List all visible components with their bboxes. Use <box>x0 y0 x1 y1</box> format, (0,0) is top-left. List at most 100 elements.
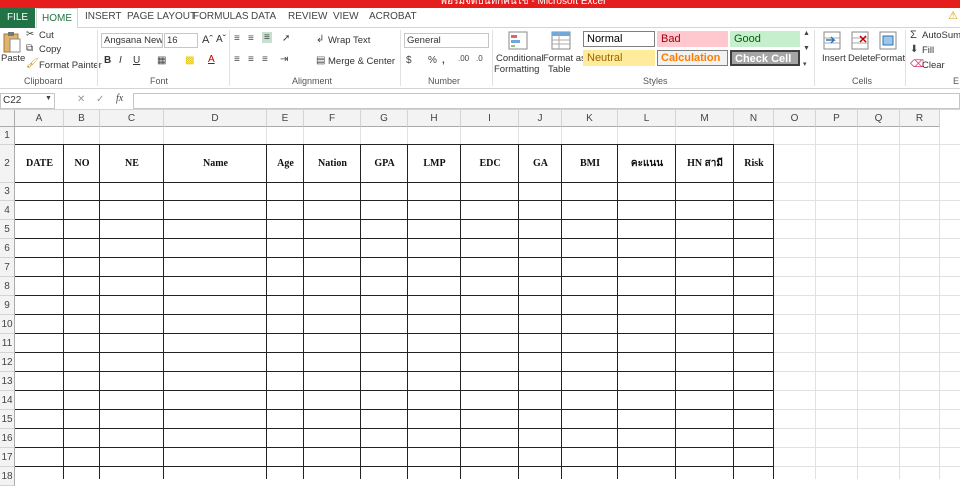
comma-icon[interactable]: , <box>442 55 445 66</box>
select-all-corner[interactable] <box>0 110 15 127</box>
tab-formulas[interactable]: FORMULAS <box>193 11 249 22</box>
row-header-11[interactable]: 11 <box>0 334 15 353</box>
table-header-cell[interactable]: Name <box>164 145 267 183</box>
font-name-select[interactable]: Angsana New <box>101 33 163 48</box>
clear-button[interactable]: Clear <box>922 60 945 71</box>
style-normal[interactable]: Normal <box>583 31 655 47</box>
table-header-cell[interactable]: GPA <box>361 145 408 183</box>
tab-review[interactable]: REVIEW <box>288 11 327 22</box>
align-left-icon[interactable]: ≡ <box>234 54 240 65</box>
row-header-3[interactable]: 3 <box>0 183 15 201</box>
row-header-4[interactable]: 4 <box>0 201 15 220</box>
align-top-icon[interactable]: ≡ <box>234 33 240 44</box>
autosum-button[interactable]: AutoSum <box>922 30 960 41</box>
tab-data[interactable]: DATA <box>251 11 276 22</box>
column-header-H[interactable]: H <box>408 110 461 127</box>
number-format-select[interactable]: General <box>404 33 489 48</box>
styles-scroll-down-icon[interactable]: ▼ <box>803 45 810 52</box>
row-header-15[interactable]: 15 <box>0 410 15 429</box>
row-header-14[interactable]: 14 <box>0 391 15 410</box>
decrease-decimal-icon[interactable]: .0 <box>476 54 483 63</box>
tab-file[interactable]: FILE <box>0 8 35 28</box>
style-bad[interactable]: Bad <box>657 31 728 47</box>
styles-more-icon[interactable]: ▾ <box>803 60 807 68</box>
row-header-6[interactable]: 6 <box>0 239 15 258</box>
column-header-L[interactable]: L <box>618 110 676 127</box>
row-header-9[interactable]: 9 <box>0 296 15 315</box>
column-header-J[interactable]: J <box>519 110 562 127</box>
column-header-N[interactable]: N <box>734 110 774 127</box>
column-header-E[interactable]: E <box>267 110 304 127</box>
column-header-A[interactable]: A <box>15 110 64 127</box>
style-check-cell[interactable]: Check Cell <box>730 50 800 66</box>
row-header-18[interactable]: 18 <box>0 467 15 486</box>
currency-icon[interactable]: $ <box>406 55 412 66</box>
row-header-1[interactable]: 1 <box>0 127 15 145</box>
table-header-cell[interactable]: Nation <box>304 145 361 183</box>
format-as-table-button[interactable]: Format as <box>543 53 586 64</box>
warning-icon[interactable]: ⚠ <box>948 9 958 22</box>
row-header-17[interactable]: 17 <box>0 448 15 467</box>
table-header-cell[interactable]: DATE <box>15 145 64 183</box>
align-center-icon[interactable]: ≡ <box>248 54 254 65</box>
table-header-cell[interactable]: HN สามี <box>676 145 734 183</box>
row-header-13[interactable]: 13 <box>0 372 15 391</box>
table-header-cell[interactable]: LMP <box>408 145 461 183</box>
tab-home[interactable]: HOME <box>36 8 78 29</box>
table-header-cell[interactable]: Risk <box>734 145 774 183</box>
style-neutral[interactable]: Neutral <box>583 50 655 66</box>
cancel-icon[interactable]: ✕ <box>77 94 85 105</box>
row-header-2[interactable]: 2 <box>0 145 15 183</box>
table-header-cell[interactable]: GA <box>519 145 562 183</box>
fill-color-icon[interactable]: ▩ <box>185 55 194 66</box>
column-header-K[interactable]: K <box>562 110 618 127</box>
formula-input[interactable] <box>133 93 960 109</box>
column-header-M[interactable]: M <box>676 110 734 127</box>
column-header-I[interactable]: I <box>461 110 519 127</box>
align-bottom-icon[interactable]: ≡ <box>262 32 272 43</box>
cut-button[interactable]: Cut <box>39 30 54 41</box>
table-header-cell[interactable]: NE <box>100 145 164 183</box>
style-good[interactable]: Good <box>730 31 800 47</box>
column-header-O[interactable]: O <box>774 110 816 127</box>
column-header-B[interactable]: B <box>64 110 100 127</box>
conditional-formatting-button[interactable]: Conditional <box>496 53 544 64</box>
column-header-D[interactable]: D <box>164 110 267 127</box>
delete-cells-button[interactable]: Delete <box>848 53 875 64</box>
shrink-font-button[interactable]: Aˇ <box>216 34 226 45</box>
row-header-10[interactable]: 10 <box>0 315 15 334</box>
table-header-cell[interactable]: EDC <box>461 145 519 183</box>
borders-icon[interactable]: ▦ <box>157 55 166 66</box>
tab-insert[interactable]: INSERT <box>85 11 122 22</box>
row-header-8[interactable]: 8 <box>0 277 15 296</box>
styles-scroll-up-icon[interactable]: ▲ <box>803 30 810 37</box>
format-painter-button[interactable]: Format Painter <box>39 60 102 71</box>
style-calculation[interactable]: Calculation <box>657 50 728 66</box>
font-color-button[interactable]: A <box>208 54 215 65</box>
tab-page-layout[interactable]: PAGE LAYOUT <box>127 11 196 22</box>
format-cells-button[interactable]: Format <box>875 53 905 64</box>
column-header-Q[interactable]: Q <box>858 110 900 127</box>
italic-button[interactable]: I <box>119 55 122 66</box>
row-header-7[interactable]: 7 <box>0 258 15 277</box>
underline-button[interactable]: U <box>133 55 140 66</box>
table-header-cell[interactable]: BMI <box>562 145 618 183</box>
column-header-R[interactable]: R <box>900 110 940 127</box>
merge-center-button[interactable]: Merge & Center <box>328 56 395 67</box>
wrap-text-button[interactable]: Wrap Text <box>328 35 370 46</box>
percent-icon[interactable]: % <box>428 55 437 66</box>
enter-icon[interactable]: ✓ <box>96 94 104 105</box>
insert-cells-button[interactable]: Insert <box>822 53 846 64</box>
tab-view[interactable]: VIEW <box>333 11 359 22</box>
table-header-cell[interactable]: คะแนน <box>618 145 676 183</box>
orientation-icon[interactable]: ➚ <box>282 33 290 44</box>
align-right-icon[interactable]: ≡ <box>262 54 268 65</box>
column-header-F[interactable]: F <box>304 110 361 127</box>
increase-decimal-icon[interactable]: .00 <box>458 54 469 63</box>
row-header-5[interactable]: 5 <box>0 220 15 239</box>
font-size-select[interactable]: 16 <box>164 33 198 48</box>
tab-acrobat[interactable]: ACROBAT <box>369 11 417 22</box>
row-header-12[interactable]: 12 <box>0 353 15 372</box>
copy-button[interactable]: Copy <box>39 44 61 55</box>
column-header-C[interactable]: C <box>100 110 164 127</box>
